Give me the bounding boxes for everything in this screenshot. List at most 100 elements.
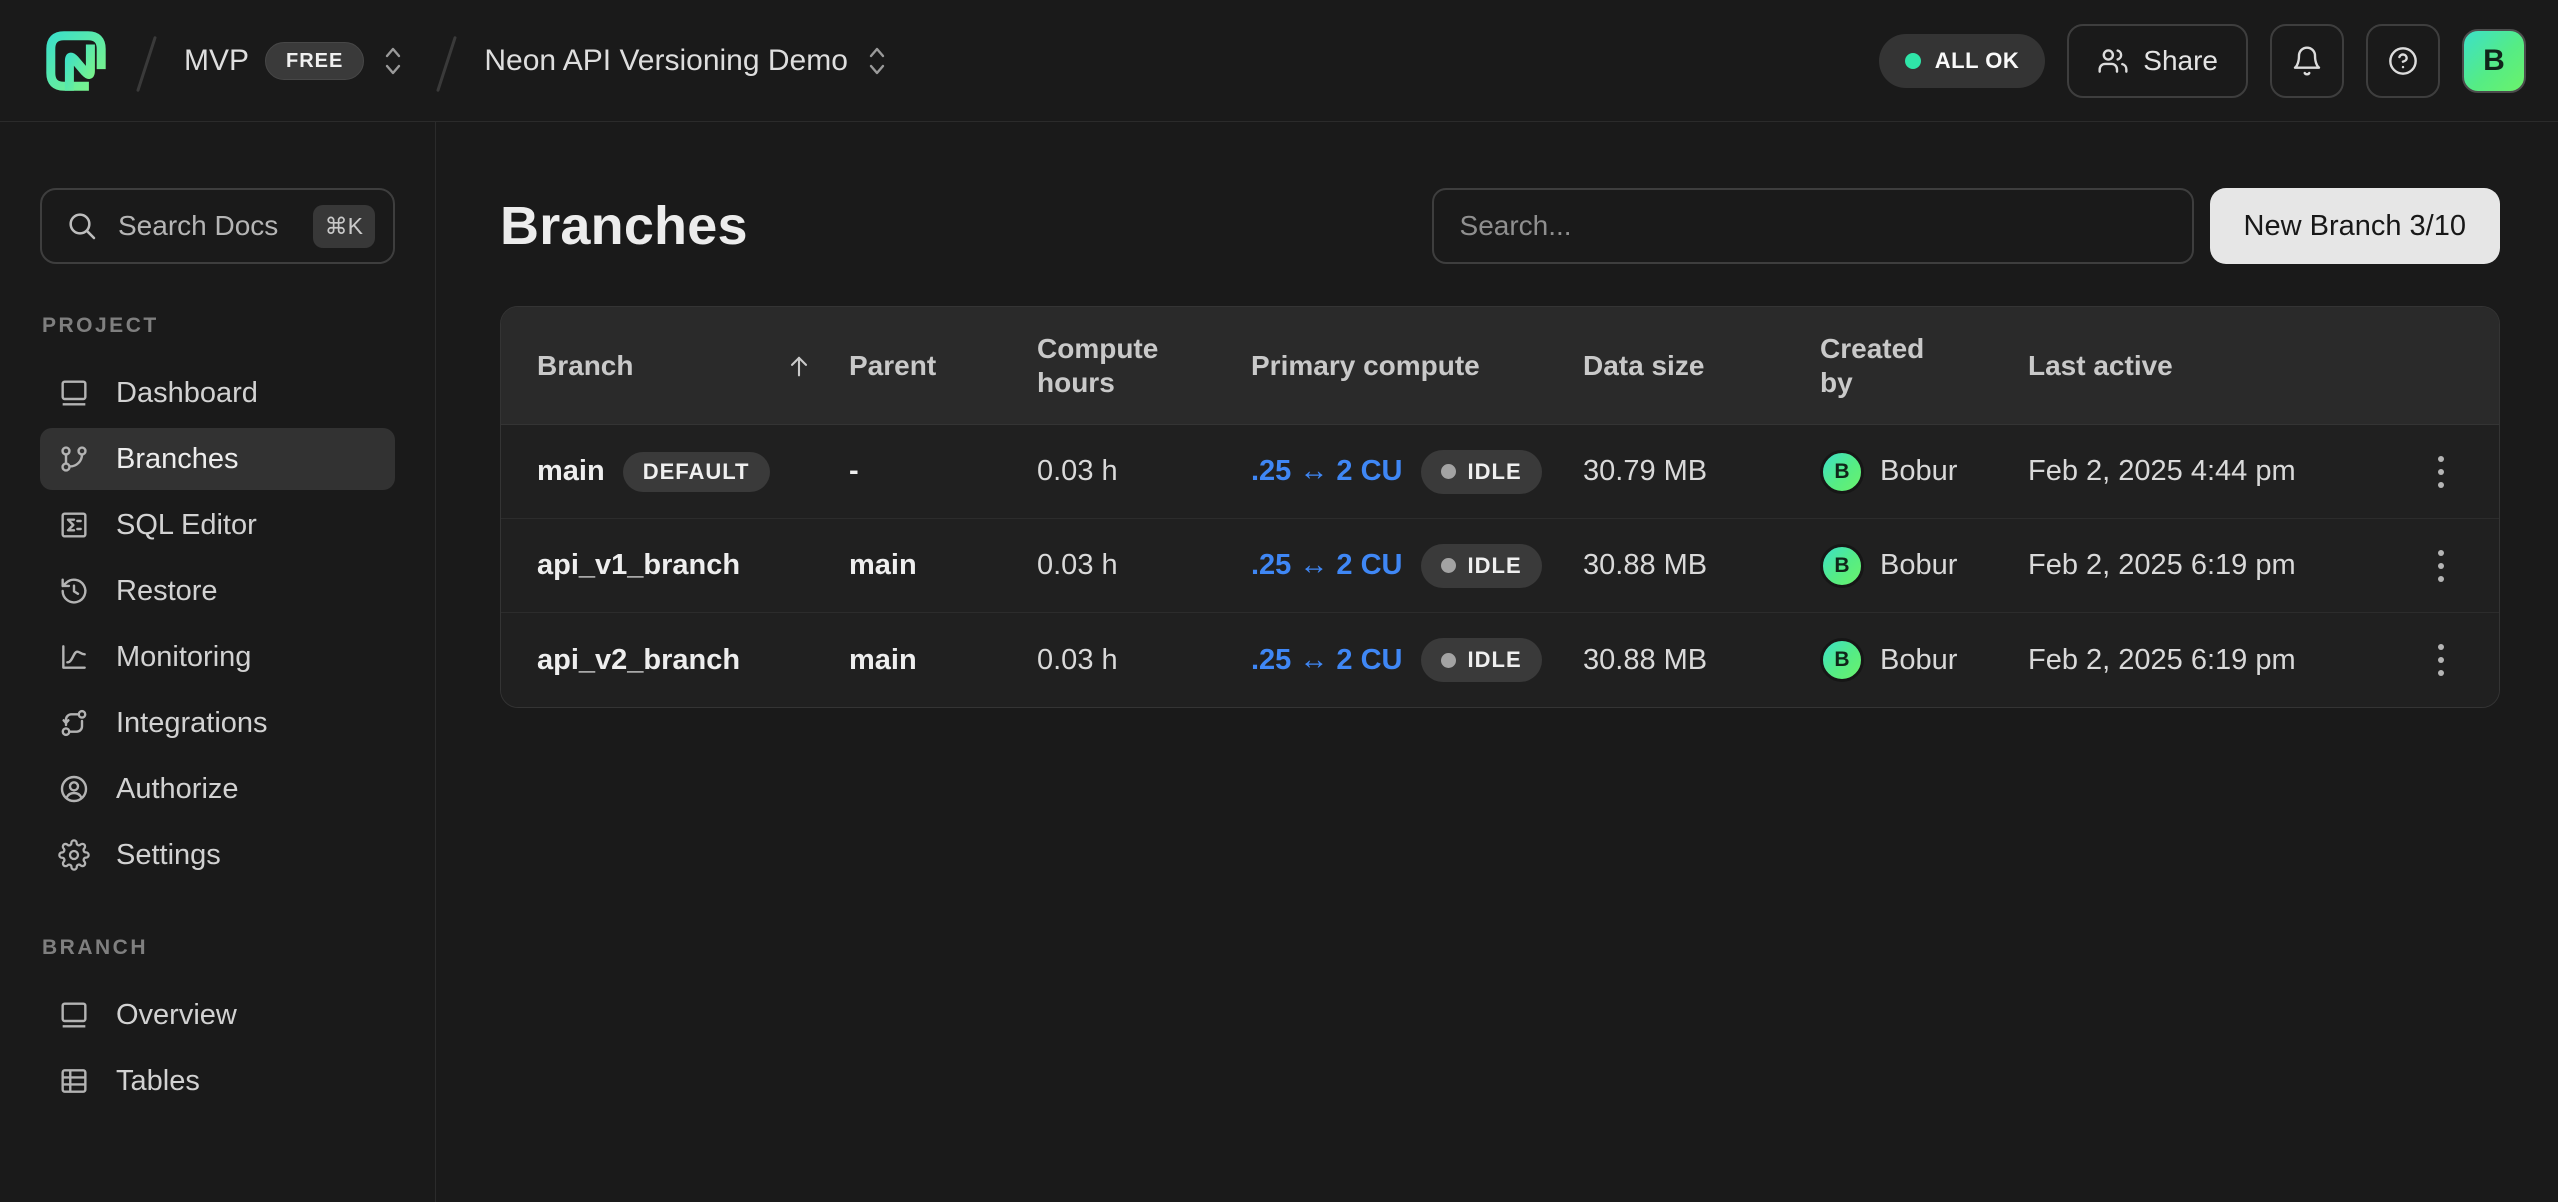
column-header-data-size[interactable]: Data size [1583,349,1820,383]
branch-nav: Overview Tables [40,984,395,1112]
user-avatar[interactable]: B [2462,29,2526,93]
creator-name: Bobur [1880,455,1957,488]
neon-logo-icon[interactable] [46,31,106,91]
sidebar-item-integrations[interactable]: Integrations [40,692,395,754]
compute-hours-cell: 0.03 h [1037,644,1251,677]
help-button[interactable] [2366,24,2440,98]
branch-cell: api_v2_branch [537,644,849,677]
creator-avatar: B [1820,544,1864,588]
last-active-cell: Feb 2, 2025 6:19 pm [2028,549,2399,582]
project-section-label: PROJECT [40,314,395,338]
project-switcher[interactable]: Neon API Versioning Demo [484,44,890,78]
monitoring-icon [58,641,90,673]
sidebar-item-overview[interactable]: Overview [40,984,395,1046]
sidebar-item-settings[interactable]: Settings [40,824,395,886]
status-pill[interactable]: ALL OK [1879,34,2045,88]
breadcrumb-separator [432,35,458,87]
page-title: Branches [500,195,748,257]
header-actions: New Branch 3/10 [1432,188,2500,264]
sidebar-item-restore[interactable]: Restore [40,560,395,622]
app-window: MVP FREE Neon API Versioning Demo ALL OK [0,0,2558,1202]
org-name: MVP [184,44,249,78]
overview-icon [58,999,90,1031]
data-size-cell: 30.79 MB [1583,455,1820,488]
row-menu-button[interactable] [2419,442,2463,502]
plan-badge: FREE [265,42,364,80]
settings-icon [58,839,90,871]
branches-icon [58,443,90,475]
table-row[interactable]: api_v1_branch main 0.03 h .25 ↔ 2 CU IDL… [501,519,2499,613]
primary-compute-cell: .25 ↔ 2 CU IDLE [1251,544,1583,588]
branch-name: api_v1_branch [537,549,740,582]
primary-compute-cell: .25 ↔ 2 CU IDLE [1251,450,1583,494]
org-switcher[interactable]: MVP FREE [184,42,406,80]
help-circle-icon [2387,45,2419,77]
search-icon [66,210,98,242]
created-by-cell: B Bobur [1820,450,2028,494]
branch-name: api_v2_branch [537,644,740,677]
compute-hours-cell: 0.03 h [1037,549,1251,582]
column-header-branch[interactable]: Branch [537,349,849,383]
authorize-icon [58,773,90,805]
compute-size-link[interactable]: .25 ↔ 2 CU [1251,644,1403,677]
column-header-created-by[interactable]: Created by [1820,332,2028,399]
last-active-cell: Feb 2, 2025 4:44 pm [2028,455,2399,488]
sidebar-item-authorize[interactable]: Authorize [40,758,395,820]
sidebar-item-label: Restore [116,575,218,608]
data-size-cell: 30.88 MB [1583,549,1820,582]
sidebar-item-branches[interactable]: Branches [40,428,395,490]
users-icon [2097,45,2129,77]
sidebar-item-label: Monitoring [116,641,251,674]
share-label: Share [2143,45,2218,77]
sidebar-item-label: Integrations [116,707,268,740]
search-shortcut-badge: ⌘K [313,205,375,248]
row-menu-button[interactable] [2419,630,2463,690]
notifications-button[interactable] [2270,24,2344,98]
row-menu-button[interactable] [2419,536,2463,596]
idle-badge: IDLE [1421,638,1542,682]
restore-icon [58,575,90,607]
search-docs-label: Search Docs [118,210,293,242]
new-branch-button[interactable]: New Branch 3/10 [2210,188,2500,264]
sort-ascending-icon [785,352,813,380]
branch-search-input[interactable] [1432,188,2194,264]
dashboard-icon [58,377,90,409]
table-row[interactable]: api_v2_branch main 0.03 h .25 ↔ 2 CU IDL… [501,613,2499,707]
compute-size-link[interactable]: .25 ↔ 2 CU [1251,549,1403,582]
column-header-primary-compute[interactable]: Primary compute [1251,349,1583,383]
bell-icon [2291,45,2323,77]
chevron-up-down-icon [380,44,406,78]
sidebar-item-label: Dashboard [116,377,258,410]
creator-avatar: B [1820,638,1864,682]
data-size-cell: 30.88 MB [1583,644,1820,677]
search-docs-button[interactable]: Search Docs ⌘K [40,188,395,264]
idle-badge: IDLE [1421,450,1542,494]
integrations-icon [58,707,90,739]
idle-dot [1441,653,1456,668]
sidebar-item-dashboard[interactable]: Dashboard [40,362,395,424]
column-header-last-active[interactable]: Last active [2028,349,2399,383]
chevron-up-down-icon [864,44,890,78]
column-header-parent[interactable]: Parent [849,349,1037,383]
status-ok-dot [1905,53,1921,69]
creator-name: Bobur [1880,549,1957,582]
creator-name: Bobur [1880,644,1957,677]
sidebar-item-label: Settings [116,839,221,872]
table-header-row: Branch Parent Compute hours Primary comp… [501,307,2499,425]
column-header-compute-hours[interactable]: Compute hours [1037,332,1251,399]
sidebar-item-sql-editor[interactable]: SQL Editor [40,494,395,556]
share-button[interactable]: Share [2067,24,2248,98]
sidebar-item-label: Tables [116,1065,200,1098]
sidebar-item-label: Authorize [116,773,239,806]
parent-cell: - [849,455,1037,488]
sidebar-item-tables[interactable]: Tables [40,1050,395,1112]
last-active-cell: Feb 2, 2025 6:19 pm [2028,644,2399,677]
sidebar-item-monitoring[interactable]: Monitoring [40,626,395,688]
idle-badge: IDLE [1421,544,1542,588]
idle-dot [1441,558,1456,573]
created-by-cell: B Bobur [1820,638,2028,682]
status-label: ALL OK [1935,48,2019,74]
sidebar-item-label: SQL Editor [116,509,257,542]
compute-size-link[interactable]: .25 ↔ 2 CU [1251,455,1403,488]
table-row[interactable]: main DEFAULT - 0.03 h .25 ↔ 2 CU IDLE 30… [501,425,2499,519]
